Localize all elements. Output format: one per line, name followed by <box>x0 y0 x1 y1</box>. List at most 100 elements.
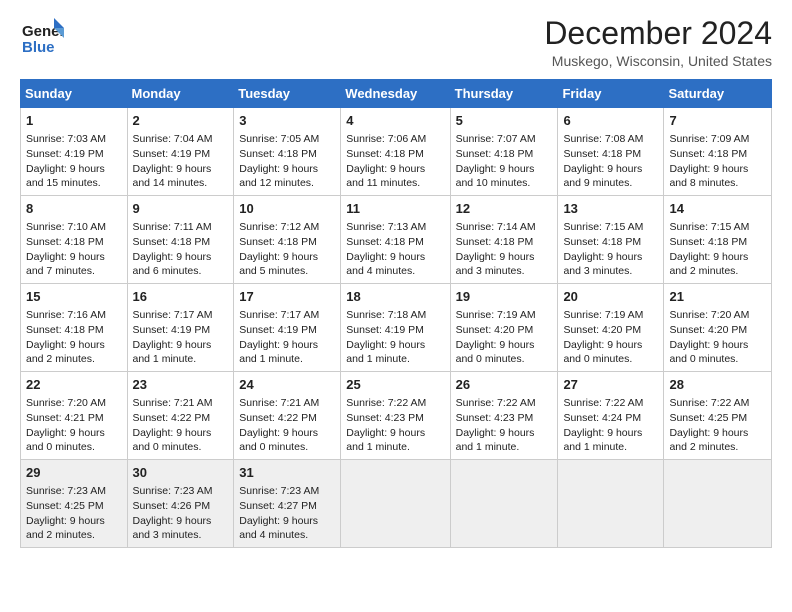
sunrise-text: Sunrise: 7:10 AM <box>26 221 106 233</box>
day-number: 11 <box>346 200 444 218</box>
daylight-text: Daylight: 9 hours and 4 minutes. <box>346 251 425 278</box>
daylight-text: Daylight: 9 hours and 0 minutes. <box>669 339 748 366</box>
daylight-text: Daylight: 9 hours and 15 minutes. <box>26 163 105 190</box>
col-wednesday: Wednesday <box>341 80 450 108</box>
calendar-cell: 16 Sunrise: 7:17 AM Sunset: 4:19 PM Dayl… <box>127 284 234 372</box>
daylight-text: Daylight: 9 hours and 3 minutes. <box>133 515 212 542</box>
day-number: 17 <box>239 288 335 306</box>
sunset-text: Sunset: 4:18 PM <box>239 148 317 160</box>
day-number: 16 <box>133 288 229 306</box>
daylight-text: Daylight: 9 hours and 14 minutes. <box>133 163 212 190</box>
calendar-cell: 3 Sunrise: 7:05 AM Sunset: 4:18 PM Dayli… <box>234 108 341 196</box>
sunrise-text: Sunrise: 7:03 AM <box>26 133 106 145</box>
page: General Blue December 2024 Muskego, Wisc… <box>0 0 792 564</box>
sunset-text: Sunset: 4:18 PM <box>563 148 641 160</box>
daylight-text: Daylight: 9 hours and 1 minute. <box>346 427 425 454</box>
daylight-text: Daylight: 9 hours and 1 minute. <box>346 339 425 366</box>
sunset-text: Sunset: 4:18 PM <box>456 148 534 160</box>
daylight-text: Daylight: 9 hours and 12 minutes. <box>239 163 318 190</box>
daylight-text: Daylight: 9 hours and 2 minutes. <box>26 515 105 542</box>
sunset-text: Sunset: 4:25 PM <box>26 500 104 512</box>
calendar-cell: 8 Sunrise: 7:10 AM Sunset: 4:18 PM Dayli… <box>21 196 128 284</box>
calendar-cell <box>450 460 558 548</box>
sunrise-text: Sunrise: 7:21 AM <box>239 397 319 409</box>
sunset-text: Sunset: 4:19 PM <box>133 148 211 160</box>
calendar-cell: 24 Sunrise: 7:21 AM Sunset: 4:22 PM Dayl… <box>234 372 341 460</box>
calendar-week-row: 8 Sunrise: 7:10 AM Sunset: 4:18 PM Dayli… <box>21 196 772 284</box>
sunrise-text: Sunrise: 7:08 AM <box>563 133 643 145</box>
sunrise-text: Sunrise: 7:23 AM <box>239 485 319 497</box>
daylight-text: Daylight: 9 hours and 5 minutes. <box>239 251 318 278</box>
day-number: 28 <box>669 376 766 394</box>
sunrise-text: Sunrise: 7:09 AM <box>669 133 749 145</box>
day-number: 15 <box>26 288 122 306</box>
sunrise-text: Sunrise: 7:06 AM <box>346 133 426 145</box>
day-number: 25 <box>346 376 444 394</box>
daylight-text: Daylight: 9 hours and 0 minutes. <box>456 339 535 366</box>
col-thursday: Thursday <box>450 80 558 108</box>
sunset-text: Sunset: 4:18 PM <box>346 236 424 248</box>
sunset-text: Sunset: 4:19 PM <box>346 324 424 336</box>
sunrise-text: Sunrise: 7:18 AM <box>346 309 426 321</box>
calendar-cell: 29 Sunrise: 7:23 AM Sunset: 4:25 PM Dayl… <box>21 460 128 548</box>
calendar-cell: 22 Sunrise: 7:20 AM Sunset: 4:21 PM Dayl… <box>21 372 128 460</box>
sunrise-text: Sunrise: 7:23 AM <box>26 485 106 497</box>
sunset-text: Sunset: 4:18 PM <box>456 236 534 248</box>
sunrise-text: Sunrise: 7:19 AM <box>563 309 643 321</box>
daylight-text: Daylight: 9 hours and 10 minutes. <box>456 163 535 190</box>
calendar-cell: 17 Sunrise: 7:17 AM Sunset: 4:19 PM Dayl… <box>234 284 341 372</box>
sunrise-text: Sunrise: 7:16 AM <box>26 309 106 321</box>
day-number: 20 <box>563 288 658 306</box>
sunset-text: Sunset: 4:23 PM <box>456 412 534 424</box>
sunrise-text: Sunrise: 7:13 AM <box>346 221 426 233</box>
daylight-text: Daylight: 9 hours and 1 minute. <box>133 339 212 366</box>
calendar-cell: 6 Sunrise: 7:08 AM Sunset: 4:18 PM Dayli… <box>558 108 664 196</box>
sunrise-text: Sunrise: 7:14 AM <box>456 221 536 233</box>
calendar-cell: 4 Sunrise: 7:06 AM Sunset: 4:18 PM Dayli… <box>341 108 450 196</box>
day-number: 13 <box>563 200 658 218</box>
sunrise-text: Sunrise: 7:23 AM <box>133 485 213 497</box>
daylight-text: Daylight: 9 hours and 3 minutes. <box>456 251 535 278</box>
sunset-text: Sunset: 4:26 PM <box>133 500 211 512</box>
calendar-cell: 12 Sunrise: 7:14 AM Sunset: 4:18 PM Dayl… <box>450 196 558 284</box>
daylight-text: Daylight: 9 hours and 2 minutes. <box>669 251 748 278</box>
sunset-text: Sunset: 4:27 PM <box>239 500 317 512</box>
day-number: 30 <box>133 464 229 482</box>
sunrise-text: Sunrise: 7:21 AM <box>133 397 213 409</box>
sunrise-text: Sunrise: 7:22 AM <box>456 397 536 409</box>
day-number: 27 <box>563 376 658 394</box>
sunset-text: Sunset: 4:18 PM <box>346 148 424 160</box>
calendar-cell: 13 Sunrise: 7:15 AM Sunset: 4:18 PM Dayl… <box>558 196 664 284</box>
day-number: 24 <box>239 376 335 394</box>
sunset-text: Sunset: 4:19 PM <box>26 148 104 160</box>
sunrise-text: Sunrise: 7:20 AM <box>669 309 749 321</box>
sunset-text: Sunset: 4:18 PM <box>563 236 641 248</box>
sunset-text: Sunset: 4:18 PM <box>133 236 211 248</box>
daylight-text: Daylight: 9 hours and 0 minutes. <box>133 427 212 454</box>
day-number: 8 <box>26 200 122 218</box>
daylight-text: Daylight: 9 hours and 3 minutes. <box>563 251 642 278</box>
calendar-week-row: 29 Sunrise: 7:23 AM Sunset: 4:25 PM Dayl… <box>21 460 772 548</box>
sunrise-text: Sunrise: 7:22 AM <box>563 397 643 409</box>
col-sunday: Sunday <box>21 80 128 108</box>
daylight-text: Daylight: 9 hours and 1 minute. <box>456 427 535 454</box>
sunrise-text: Sunrise: 7:12 AM <box>239 221 319 233</box>
sunrise-text: Sunrise: 7:15 AM <box>669 221 749 233</box>
sunrise-text: Sunrise: 7:05 AM <box>239 133 319 145</box>
daylight-text: Daylight: 9 hours and 1 minute. <box>563 427 642 454</box>
calendar-cell: 21 Sunrise: 7:20 AM Sunset: 4:20 PM Dayl… <box>664 284 772 372</box>
location: Muskego, Wisconsin, United States <box>544 53 772 69</box>
daylight-text: Daylight: 9 hours and 7 minutes. <box>26 251 105 278</box>
calendar-cell: 10 Sunrise: 7:12 AM Sunset: 4:18 PM Dayl… <box>234 196 341 284</box>
sunset-text: Sunset: 4:21 PM <box>26 412 104 424</box>
calendar-cell: 5 Sunrise: 7:07 AM Sunset: 4:18 PM Dayli… <box>450 108 558 196</box>
col-friday: Friday <box>558 80 664 108</box>
day-number: 3 <box>239 112 335 130</box>
calendar-cell: 30 Sunrise: 7:23 AM Sunset: 4:26 PM Dayl… <box>127 460 234 548</box>
sunrise-text: Sunrise: 7:20 AM <box>26 397 106 409</box>
calendar-cell: 9 Sunrise: 7:11 AM Sunset: 4:18 PM Dayli… <box>127 196 234 284</box>
calendar-cell: 26 Sunrise: 7:22 AM Sunset: 4:23 PM Dayl… <box>450 372 558 460</box>
sunset-text: Sunset: 4:18 PM <box>669 148 747 160</box>
sunset-text: Sunset: 4:23 PM <box>346 412 424 424</box>
sunset-text: Sunset: 4:18 PM <box>26 236 104 248</box>
